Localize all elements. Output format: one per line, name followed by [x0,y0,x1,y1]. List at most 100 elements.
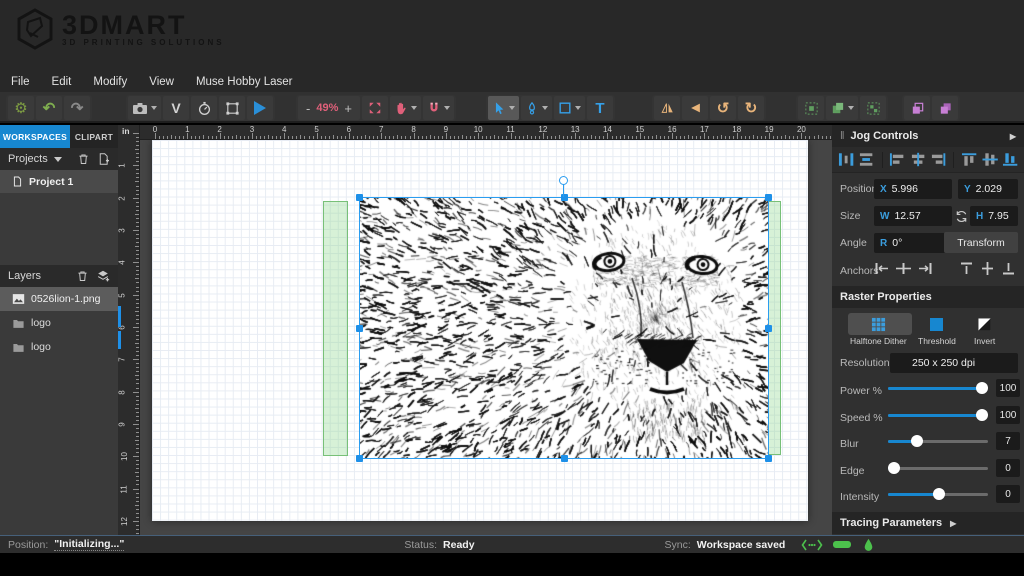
power-slider[interactable] [888,378,988,398]
rotate-ccw-button[interactable]: ↺ [710,96,736,120]
trash-icon[interactable] [77,152,90,166]
align-center-horizontal-icon[interactable] [910,152,926,167]
tracing-parameters-header[interactable]: Tracing Parameters ▶ [832,512,1024,534]
toolbar-group-clipboard [902,95,960,121]
settings-button[interactable]: ⚙ [8,96,34,120]
size-h-field[interactable]: H 7.95 [970,206,1018,226]
position-x-field[interactable]: X 5.996 [874,179,952,199]
blur-slider[interactable] [888,431,988,451]
align-middle-vertical-icon[interactable] [982,152,998,167]
text-tool-button[interactable]: T [587,96,613,120]
ruler-number: 11 [120,485,129,493]
speed-slider[interactable] [888,405,988,425]
status-position-value[interactable]: "Initializing..." [54,538,124,551]
artboard[interactable] [152,140,808,521]
pan-tool-button[interactable] [390,96,421,120]
pen-tool-button[interactable] [521,96,552,120]
align-top-icon[interactable] [961,152,977,167]
anchor-left-icon[interactable] [874,261,891,276]
workspace-canvas[interactable] [140,140,832,535]
project-item[interactable]: Project 1 [0,170,118,193]
align-left-icon[interactable] [889,152,905,167]
camera-capture-button[interactable] [128,96,161,120]
edge-slider[interactable] [888,458,988,478]
expand-section-icon[interactable]: ▶ [950,519,956,528]
menu-view[interactable]: View [138,76,185,88]
jog-controls-header[interactable]: ‖ Jog Controls ▶ [832,125,1024,147]
align-right-icon[interactable] [930,152,946,167]
run-job-button[interactable] [247,96,273,120]
undo-button[interactable]: ↶ [36,96,62,120]
frame-job-button[interactable] [219,96,245,120]
intensity-slider[interactable] [888,484,988,504]
flip-horizontal-button[interactable] [654,96,680,120]
chevron-down-icon[interactable] [54,157,62,162]
vector-trace-button[interactable]: V [163,96,189,120]
tab-workspaces[interactable]: WORKSPACES [0,125,70,148]
redo-button[interactable]: ↷ [64,96,90,120]
ruler-number: 2 [118,196,127,200]
resolution-dropdown[interactable]: 250 x 250 dpi [890,353,1018,373]
edge-label: Edge [840,465,865,477]
menu-edit[interactable]: Edit [41,76,83,88]
layer-item-logo-1[interactable]: logo [0,311,118,335]
align-bottom-icon[interactable] [1002,152,1018,167]
snap-tool-button[interactable] [423,96,454,120]
copy-button[interactable] [904,96,930,120]
menu-file[interactable]: File [0,76,41,88]
application-window: 3DMART 3D PRINTING SOLUTIONS File Edit M… [0,0,1024,576]
group-button[interactable] [798,96,824,120]
flip-vertical-button[interactable] [682,96,708,120]
anchor-bottom-icon[interactable] [1000,261,1017,276]
layer-item-logo-2[interactable]: logo [0,335,118,359]
anchor-top-icon[interactable] [958,261,975,276]
paste-button[interactable] [932,96,958,120]
mode-invert[interactable]: Invert [974,315,995,346]
zoom-out-button[interactable]: - [302,101,314,116]
ruler-selection-mark [118,306,121,327]
distribute-horizontal-icon[interactable] [838,152,854,167]
rotation-handle[interactable] [559,176,568,185]
raster-image-lion[interactable] [360,198,768,458]
ungroup-button[interactable] [860,96,886,120]
expand-panel-icon[interactable]: ▶ [1010,132,1016,141]
raster-properties-header[interactable]: Raster Properties [832,286,1024,308]
jog-controls-label: Jog Controls [851,130,919,142]
merge-button[interactable] [826,96,858,120]
menu-bar: File Edit Modify View Muse Hobby Laser [0,72,1024,92]
lock-aspect-icon[interactable] [955,209,968,224]
anchor-right-icon[interactable] [916,261,933,276]
intensity-label: Intensity [840,491,879,503]
toolbar-group-capture: V [126,95,275,121]
ruler-number: 8 [118,390,127,394]
mode-threshold[interactable]: Threshold [918,315,956,346]
size-w-field[interactable]: W 12.57 [874,206,952,226]
menu-modify[interactable]: Modify [82,76,138,88]
layer-item-image[interactable]: 0526lion-1.png [0,287,118,311]
position-y-field[interactable]: Y 2.029 [958,179,1018,199]
mode-halftone-dither[interactable]: Halftone Dither [850,315,907,346]
chevron-down-icon [848,106,854,110]
chevron-down-icon [411,106,417,110]
distribute-vertical-icon[interactable] [858,152,874,167]
fit-to-screen-button[interactable] [362,96,388,120]
cursor-icon [492,101,506,116]
transform-button[interactable]: Transform [944,232,1018,253]
zoom-level-value[interactable]: 49% [314,102,340,114]
select-tool-button[interactable] [488,96,519,120]
new-project-icon[interactable] [97,152,110,166]
time-estimate-button[interactable] [191,96,217,120]
tab-clipart[interactable]: CLIPART [70,125,118,148]
menu-muse-hobby-laser[interactable]: Muse Hobby Laser [185,76,304,88]
status-bar: Position: "Initializing..." Status: Read… [0,535,1024,553]
shape-tool-button[interactable] [554,96,585,120]
design-green-strip-left[interactable] [323,201,348,456]
anchor-middle-icon[interactable] [979,261,996,276]
add-layer-icon[interactable] [96,269,110,283]
trash-icon[interactable] [76,269,89,283]
redo-icon: ↷ [71,101,84,116]
rotate-cw-button[interactable]: ↻ [738,96,764,120]
angle-r-field[interactable]: R 0° [874,233,952,253]
anchor-center-icon[interactable] [895,261,912,276]
zoom-in-button[interactable]: + [340,101,356,116]
